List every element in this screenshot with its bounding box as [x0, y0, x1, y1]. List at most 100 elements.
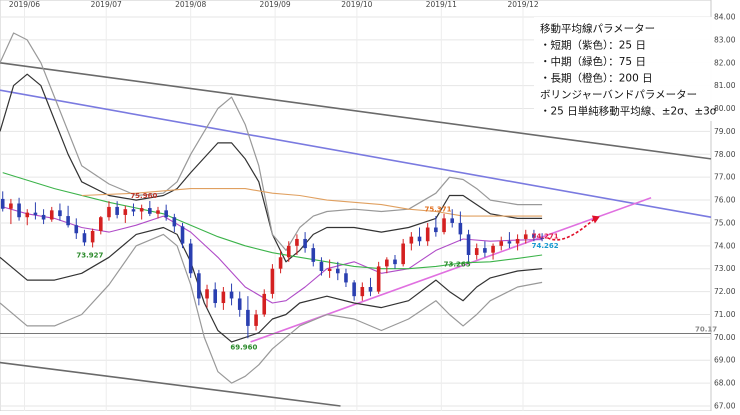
candle-body-up [254, 314, 258, 326]
y-tick-label: 70.00 [714, 333, 736, 342]
candle-body-down [131, 209, 136, 212]
candle-body-up [409, 236, 414, 244]
candle-body-up [278, 257, 283, 269]
candle-body-up [156, 210, 160, 214]
candle-body-down [41, 214, 46, 220]
candle-body-down [229, 291, 234, 299]
y-tick-label: 81.00 [714, 81, 736, 90]
y-tick-label: 69.00 [714, 356, 736, 365]
candle-body-down [58, 210, 62, 217]
candle-body-down [17, 203, 21, 218]
candle-body-down [148, 208, 152, 214]
candle-body-down [319, 261, 324, 271]
candle-body-up [205, 289, 209, 299]
candle-body-down [74, 225, 79, 234]
candle-body-up [474, 248, 479, 255]
candle-body-up [221, 291, 226, 304]
candle-body-down [335, 268, 340, 274]
x-tick-label: 2019/06 [9, 0, 40, 9]
candle-body-down [115, 206, 119, 215]
candle-body-down [0, 198, 5, 209]
candle-body-down [450, 218, 455, 223]
legend-entry: ・25 日単純移動平均線、±2σ、±3σ [540, 105, 717, 118]
price-annotation: 75.371 [425, 205, 452, 213]
candle-body-up [49, 210, 54, 220]
candle-body-down [507, 241, 512, 244]
y-tick-label: 79.00 [714, 127, 736, 136]
y-tick-label: 74.00 [714, 241, 736, 250]
y-tick-label: 76.00 [714, 196, 736, 205]
candle-body-down [246, 309, 250, 326]
candle-body-up [376, 266, 381, 292]
y-tick-label: 71.00 [714, 310, 736, 319]
candle-body-up [491, 245, 495, 253]
candle-body-up [327, 268, 332, 271]
chart-root: 73.927 75.960 69.960 75.371 73.265 74.271 74.2… [0, 0, 740, 412]
legend-box: 移動平均線パラメーター・短期（紫色）：25 日・中期（緑色）：75 日・長期（橙… [534, 17, 717, 121]
price-annotations: 73.927 75.960 69.960 75.371 73.265 74.27174.2… [76, 192, 717, 351]
candle-body-down [164, 210, 168, 218]
x-tick-label: 2019/09 [260, 0, 291, 9]
candle-body-up [98, 217, 103, 231]
y-tick-label: 82.00 [714, 58, 736, 67]
price-annotation: 75.960 [130, 192, 157, 200]
y-tick-label: 83.00 [714, 35, 736, 44]
x-tick-label: 2019/08 [175, 0, 206, 9]
candle-body-up [499, 241, 504, 246]
candle-body-down [33, 212, 38, 215]
candle-body-up [107, 206, 111, 218]
candle-body-down [344, 273, 348, 283]
candle-body-down [466, 234, 471, 255]
candle-body-down [213, 289, 218, 304]
candle-body-down [237, 298, 242, 310]
x-tick-label: 2019/07 [91, 0, 122, 9]
candle-body-up [286, 245, 291, 258]
candle-body-up [401, 243, 405, 265]
candle-body-down [66, 216, 70, 226]
candle-body-down [180, 226, 185, 244]
candle-body-down [483, 248, 487, 253]
candle-body-up [270, 268, 275, 294]
price-annotation: 74.271 [532, 233, 559, 241]
legend-entry: ・中期（緑色）：75 日 [540, 55, 646, 68]
price-annotation: 69.960 [230, 343, 257, 351]
price-annotation: 73.265 [444, 261, 471, 269]
x-tick-label: 2019/10 [341, 0, 372, 9]
candle-body-up [425, 227, 430, 242]
legend-entry: ・短期（紫色）：25 日 [540, 39, 646, 52]
candle-body-up [515, 238, 520, 244]
y-tick-label: 72.00 [714, 287, 736, 296]
x-tick-label: 2019/12 [507, 0, 538, 9]
candle-body-down [352, 282, 356, 297]
candle-body-down [434, 227, 438, 233]
candle-body-up [262, 293, 267, 315]
y-tick-label: 78.00 [714, 150, 736, 159]
candle-body-up [90, 230, 95, 243]
candle-body-up [25, 212, 30, 218]
price-annotation: 73.927 [76, 251, 103, 259]
lower_channel-trend-line [0, 361, 341, 407]
x-tick-label: 2019/11 [426, 0, 457, 9]
candle-body-up [385, 259, 389, 267]
y-tick-label: 77.00 [714, 173, 736, 182]
candle-body-down [303, 238, 307, 249]
candle-body-down [311, 248, 316, 262]
candle-body-up [139, 208, 144, 212]
x-axis: 2019/06 2019/07 2019/08 2019/09 2019/10 2019/… [9, 0, 539, 9]
candle-body-down [368, 287, 373, 292]
candle-body-up [523, 234, 528, 239]
candle-body-down [393, 259, 397, 265]
candle-body-up [9, 203, 13, 209]
candle-body-up [442, 218, 446, 233]
candle-body-up [360, 287, 365, 297]
candle-body-down [417, 236, 422, 242]
candle-body-down [188, 243, 193, 274]
y-tick-label: 84.00 [714, 13, 736, 22]
legend-entry: ボリンジャーバンドパラメーター [540, 89, 697, 101]
candle-body-down [172, 217, 177, 227]
legend-entry: ・長期（橙色）：200 日 [540, 72, 653, 85]
candle-body-down [82, 233, 87, 243]
candle-body-up [295, 238, 299, 246]
candle-body-down [197, 273, 201, 299]
candle-body-up [123, 209, 128, 215]
